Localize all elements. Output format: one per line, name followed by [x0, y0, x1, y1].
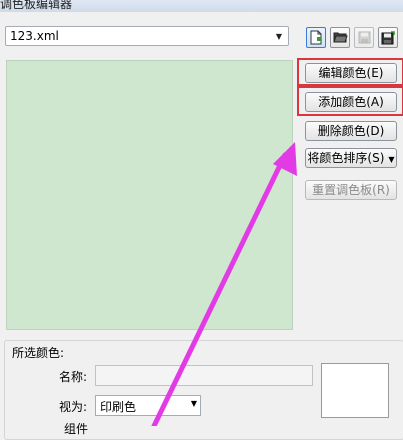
edit-color-button[interactable]: 编辑颜色(E) [305, 63, 397, 83]
save-disk-icon [358, 31, 370, 44]
new-palette-button[interactable] [306, 27, 326, 48]
save-palette-button[interactable] [354, 27, 374, 48]
chevron-down-icon: ▼ [388, 155, 395, 164]
chevron-down-icon: ▼ [275, 31, 283, 41]
component-label: 组件 [64, 422, 89, 436]
name-label: 名称: [59, 370, 88, 384]
selected-color-label: 所选颜色: [12, 346, 65, 360]
view-as-dropdown[interactable]: 印刷色 ▼ [95, 395, 201, 416]
palette-file-dropdown[interactable]: 123.xml ▼ [5, 26, 289, 46]
view-as-label: 视为: [59, 400, 88, 414]
sort-colors-label: 将颜色排序(S) [307, 151, 385, 165]
open-folder-icon [332, 32, 348, 43]
title-bar: 调色板编辑器 [0, 0, 403, 12]
save-as-palette-button[interactable] [378, 27, 398, 48]
new-palette-icon [310, 30, 322, 45]
palette-file-value: 123.xml [10, 29, 59, 43]
sort-colors-button[interactable]: 将颜色排序(S) ▼ [305, 148, 397, 168]
add-color-button[interactable]: 添加颜色(A) [305, 92, 397, 112]
save-as-disk-icon [381, 30, 395, 44]
color-name-field[interactable] [95, 365, 313, 386]
chevron-down-icon: ▼ [190, 399, 197, 408]
delete-color-button[interactable]: 删除颜色(D) [305, 121, 397, 141]
window-title: 调色板编辑器 [0, 0, 73, 11]
reset-palette-button[interactable]: 重置调色板(R) [305, 180, 397, 200]
open-palette-button[interactable] [330, 27, 350, 48]
palette-preview-area[interactable] [6, 60, 293, 330]
selected-color-swatch [321, 363, 389, 418]
view-as-value: 印刷色 [100, 400, 137, 414]
